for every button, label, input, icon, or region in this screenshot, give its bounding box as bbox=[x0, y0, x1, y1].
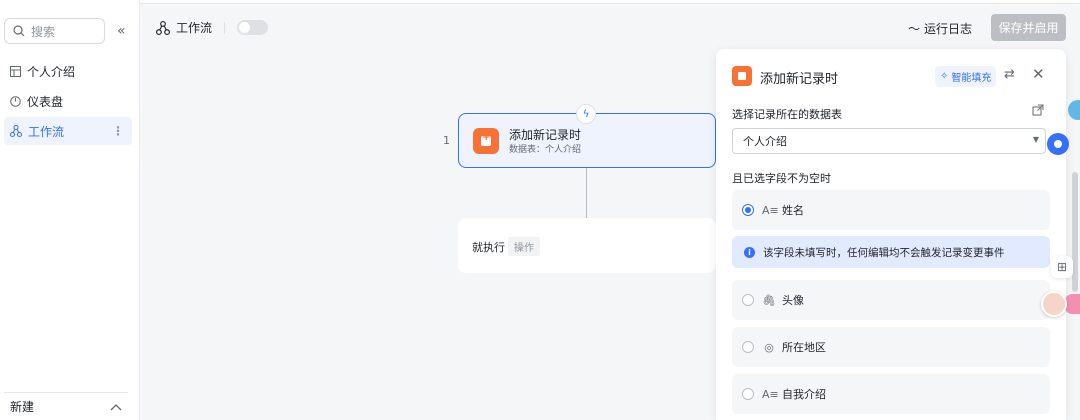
external-link-icon[interactable] bbox=[1032, 104, 1044, 116]
add-record-icon bbox=[473, 128, 499, 154]
smart-fill-button[interactable]: ✧ 智能填充 bbox=[935, 66, 997, 87]
field-option-self-intro[interactable]: A≡ 自我介绍 bbox=[732, 374, 1050, 414]
sidebar-top: 搜索 « bbox=[4, 18, 126, 44]
info-notice: i 该字段未填写时，任何编辑均不会触发记录变更事件 bbox=[732, 236, 1050, 268]
radio-unchecked[interactable] bbox=[742, 341, 754, 353]
radio-checked[interactable] bbox=[742, 204, 754, 216]
sidebar: 搜索 « 个人介绍 仪表盘 工作流 ⋮ 新建 bbox=[0, 0, 140, 420]
run-log-button[interactable]: 〜 运行日志 bbox=[908, 20, 972, 37]
text-icon: A≡ bbox=[762, 203, 779, 217]
trigger-title: 添加新记录时 bbox=[509, 128, 582, 142]
caret-down-icon: ▼ bbox=[1032, 135, 1039, 144]
more-vertical-icon[interactable]: ⋮ bbox=[112, 124, 124, 138]
workflow-icon bbox=[10, 125, 22, 137]
field-name: 所在地区 bbox=[782, 341, 826, 354]
new-label: 新建 bbox=[10, 400, 35, 414]
page-title: 工作流 bbox=[176, 21, 213, 35]
dashboard-icon bbox=[10, 95, 21, 107]
grid-add-icon[interactable]: ⊞ bbox=[1051, 256, 1073, 278]
field-name: 头像 bbox=[782, 294, 804, 307]
save-enable-button[interactable]: 保存并启用 bbox=[991, 14, 1066, 41]
sidebar-item-dashboard[interactable]: 仪表盘 bbox=[4, 87, 132, 115]
panel-scrollbar[interactable] bbox=[1072, 172, 1078, 292]
sidebar-item-workflow[interactable]: 工作流 ⋮ bbox=[4, 117, 132, 145]
text-icon: A≡ bbox=[762, 387, 779, 401]
table-select[interactable]: 个人介绍 ▼ bbox=[732, 128, 1046, 154]
sidebar-item-label: 仪表盘 bbox=[27, 94, 64, 109]
lightning-icon: ϟ bbox=[576, 104, 596, 124]
node-index: 1 bbox=[443, 134, 450, 147]
divider bbox=[224, 21, 226, 34]
swap-icon[interactable]: ⇄ bbox=[1004, 67, 1015, 82]
sparkle-icon: ✧ bbox=[940, 71, 949, 82]
attachment-icon: 🖇 bbox=[762, 293, 776, 307]
search-input[interactable]: 搜索 bbox=[4, 18, 105, 44]
field-name: 姓名 bbox=[782, 204, 804, 217]
sidebar-item-label: 个人介绍 bbox=[27, 64, 76, 79]
run-log-label: 运行日志 bbox=[923, 22, 972, 36]
trigger-config-panel: 添加新记录时 ✧ 智能填充 ⇄ ✕ 选择记录所在的数据表 个人介绍 ▼ 且已选字… bbox=[716, 49, 1066, 420]
avatar[interactable] bbox=[1041, 291, 1067, 317]
enable-toggle[interactable] bbox=[237, 20, 269, 35]
search-icon bbox=[13, 25, 25, 37]
location-icon: ◎ bbox=[764, 340, 774, 354]
info-icon: i bbox=[744, 246, 755, 258]
workflow-icon bbox=[156, 20, 170, 35]
panel-title: 添加新记录时 bbox=[760, 72, 839, 87]
search-placeholder: 搜索 bbox=[31, 24, 56, 39]
action-tag: 操作 bbox=[508, 237, 540, 256]
trigger-subtitle: 数据表：个人介绍 bbox=[509, 145, 582, 155]
connector-line bbox=[586, 168, 587, 218]
table-icon bbox=[10, 65, 21, 77]
field-option-region[interactable]: ◎ 所在地区 bbox=[732, 327, 1050, 367]
sidebar-item-personal-intro[interactable]: 个人介绍 bbox=[4, 57, 132, 85]
chevron-up-icon[interactable] bbox=[110, 403, 122, 411]
trend-icon: 〜 bbox=[907, 22, 920, 36]
double-chevron-left-icon[interactable]: « bbox=[117, 23, 126, 39]
add-record-icon bbox=[732, 66, 752, 86]
field-option-name[interactable]: A≡ 姓名 bbox=[732, 190, 1050, 230]
chat-icon[interactable] bbox=[1047, 133, 1069, 155]
close-icon[interactable]: ✕ bbox=[1032, 65, 1045, 83]
action-node[interactable]: 就执行 操作 bbox=[458, 218, 716, 273]
assistant-bubble-icon[interactable] bbox=[1068, 100, 1080, 120]
topbar: 工作流 〜 运行日志 保存并启用 bbox=[140, 0, 1080, 54]
radio-unchecked[interactable] bbox=[742, 294, 754, 306]
workflow-title: 工作流 bbox=[156, 19, 269, 36]
table-select-label: 选择记录所在的数据表 bbox=[732, 108, 842, 121]
sidebar-item-label: 工作流 bbox=[28, 124, 65, 139]
notice-text: 该字段未填写时，任何编辑均不会触发记录变更事件 bbox=[763, 246, 1005, 259]
radio-unchecked[interactable] bbox=[742, 388, 754, 400]
field-condition-label: 且已选字段不为空时 bbox=[732, 172, 831, 185]
field-name: 自我介绍 bbox=[782, 388, 826, 401]
sidebar-new-bar[interactable]: 新建 bbox=[4, 392, 128, 420]
table-select-value: 个人介绍 bbox=[743, 135, 787, 148]
sidebar-nav: 个人介绍 仪表盘 工作流 ⋮ bbox=[4, 57, 132, 147]
smart-fill-label: 智能填充 bbox=[951, 73, 992, 84]
field-option-avatar[interactable]: 🖇 头像 bbox=[732, 280, 1050, 320]
action-label: 就执行 bbox=[472, 241, 505, 254]
